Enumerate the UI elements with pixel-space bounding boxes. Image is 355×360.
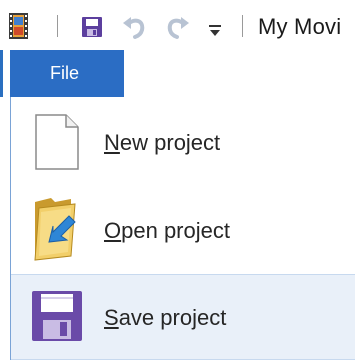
- open-folder-icon: [31, 196, 89, 267]
- floppy-disk-icon: [32, 291, 82, 346]
- blank-document-icon: [35, 114, 79, 175]
- film-strip-icon[interactable]: [9, 13, 28, 39]
- menu-item-label: New project: [104, 130, 221, 155]
- tab-file-label: File: [50, 63, 80, 83]
- tab-file[interactable]: File: [10, 50, 124, 97]
- menu-item-open-project[interactable]: Open project: [11, 188, 355, 274]
- menu-item-label: Open project: [104, 218, 230, 243]
- floppy-disk-icon[interactable]: [82, 17, 102, 37]
- redo-arrow-icon[interactable]: [166, 14, 190, 40]
- undo-arrow-icon[interactable]: [122, 14, 146, 40]
- menu-item-new-project[interactable]: New project: [11, 100, 355, 186]
- quick-access-toolbar: My Movi: [0, 0, 355, 50]
- toolbar-separator: [242, 15, 243, 37]
- window-title: My Movi: [258, 14, 342, 39]
- dropdown-arrow-icon[interactable]: [208, 24, 222, 36]
- menu-item-label: Save project: [104, 305, 227, 330]
- toolbar-separator: [57, 15, 58, 37]
- menu-item-save-project[interactable]: Save project: [11, 274, 355, 360]
